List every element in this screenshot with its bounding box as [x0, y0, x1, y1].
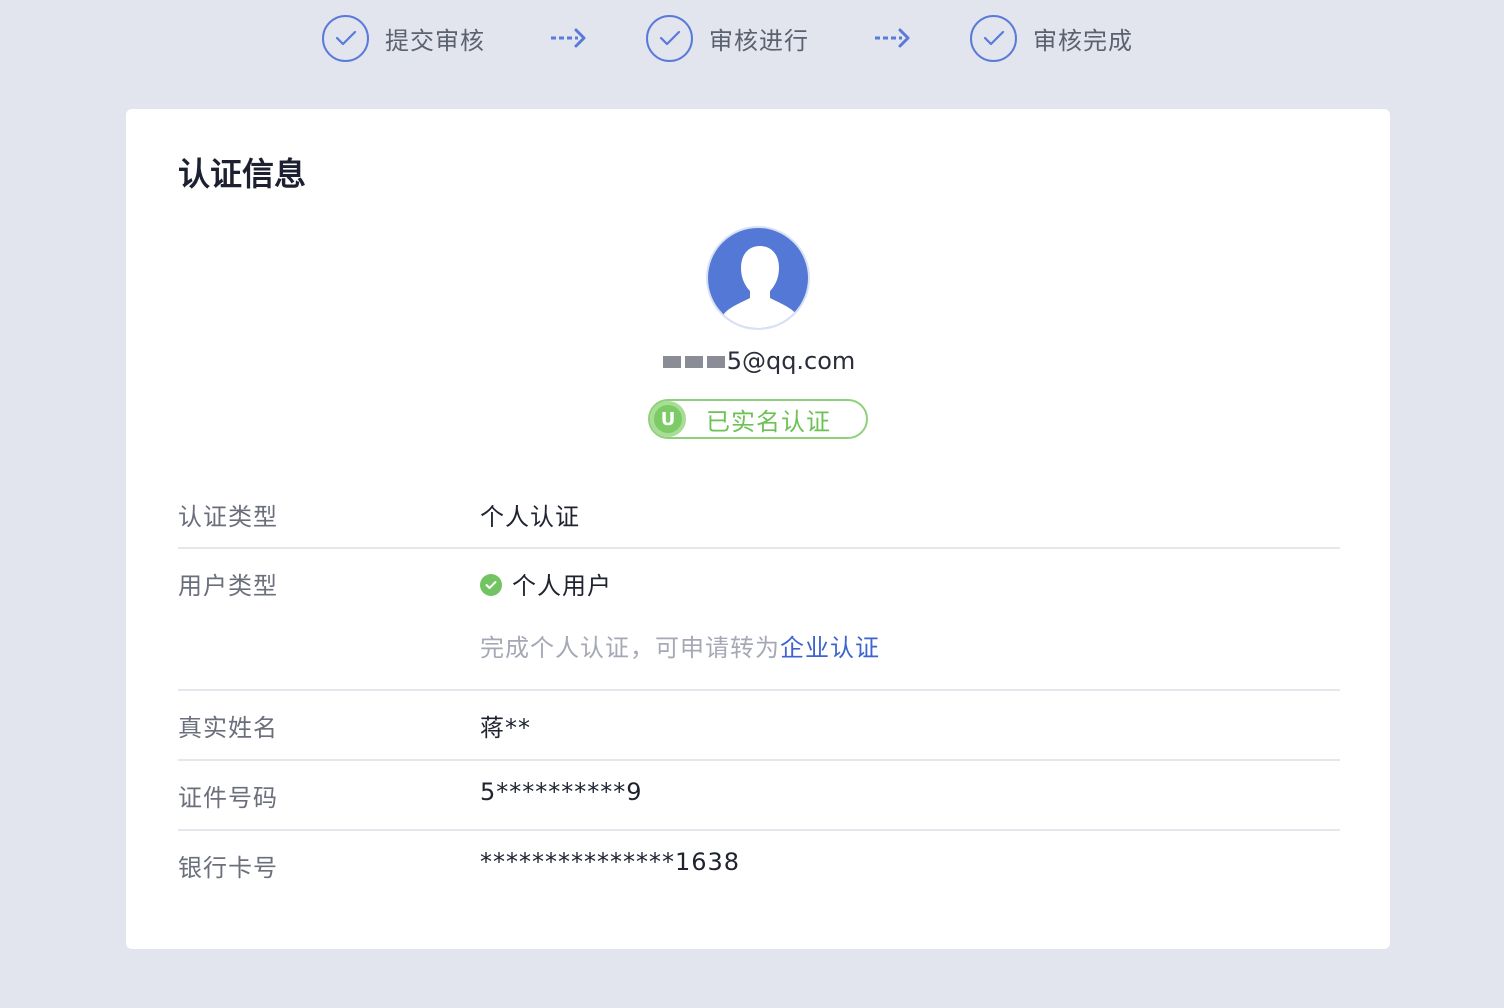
card-title: 认证信息: [178, 155, 307, 193]
step-label: 审核完成: [1033, 26, 1133, 55]
verified-badge-text: 已实名认证: [706, 407, 831, 436]
row-label: 认证类型: [178, 503, 278, 531]
verified-badge: U 已实名认证: [648, 399, 868, 439]
account-email: 5@qq.com: [126, 347, 1390, 375]
step-label: 审核进行: [709, 26, 809, 55]
row-user-type: 用户类型 个人用户 完成个人认证，可申请转为企业认证: [178, 549, 1340, 691]
step-submit: 提交审核: [322, 14, 485, 62]
row-value-with-icon: 个人用户: [480, 566, 612, 601]
step-complete: 审核完成: [970, 14, 1133, 62]
avatar: [706, 226, 810, 330]
user-silhouette-icon: [724, 246, 796, 328]
row-label: 用户类型: [178, 572, 278, 600]
row-value: 蒋**: [480, 714, 531, 742]
row-auth-type: 认证类型 个人认证: [178, 481, 1340, 549]
email-suffix: 5@qq.com: [726, 347, 856, 375]
upgrade-hint: 完成个人认证，可申请转为企业认证: [480, 628, 880, 663]
row-label: 证件号码: [178, 784, 278, 812]
row-bank-card: 银行卡号 ***************1638: [178, 831, 1340, 901]
row-id-number: 证件号码 5**********9: [178, 761, 1340, 831]
masked-text: [706, 356, 725, 368]
masked-text: [684, 356, 703, 368]
verified-u-icon: U: [650, 401, 686, 437]
step-in-progress: 审核进行: [646, 14, 809, 62]
arrow-right-icon: [875, 28, 910, 48]
user-type-value: 个人用户: [512, 572, 612, 600]
check-icon: [322, 14, 369, 62]
row-label: 银行卡号: [178, 854, 278, 882]
check-icon: [970, 14, 1017, 62]
row-real-name: 真实姓名 蒋**: [178, 691, 1340, 761]
hint-text: 完成个人认证，可申请转为: [480, 634, 780, 662]
row-value: 个人认证: [480, 503, 580, 531]
arrow-right-icon: [551, 28, 586, 48]
progress-steps: 提交审核 审核进行 审核完成: [0, 14, 1504, 62]
row-label: 真实姓名: [178, 714, 278, 742]
verification-info-card: 认证信息 5@qq.com U 已实名认证 认证类型 个人认证 用户类型 个人用…: [126, 109, 1390, 949]
enterprise-auth-link[interactable]: 企业认证: [780, 634, 880, 662]
masked-text: [662, 356, 681, 368]
row-value: ***************1638: [480, 848, 741, 876]
check-circle-icon: [480, 574, 502, 596]
check-icon: [646, 14, 693, 62]
row-value: 5**********9: [480, 778, 643, 806]
step-label: 提交审核: [385, 26, 485, 55]
